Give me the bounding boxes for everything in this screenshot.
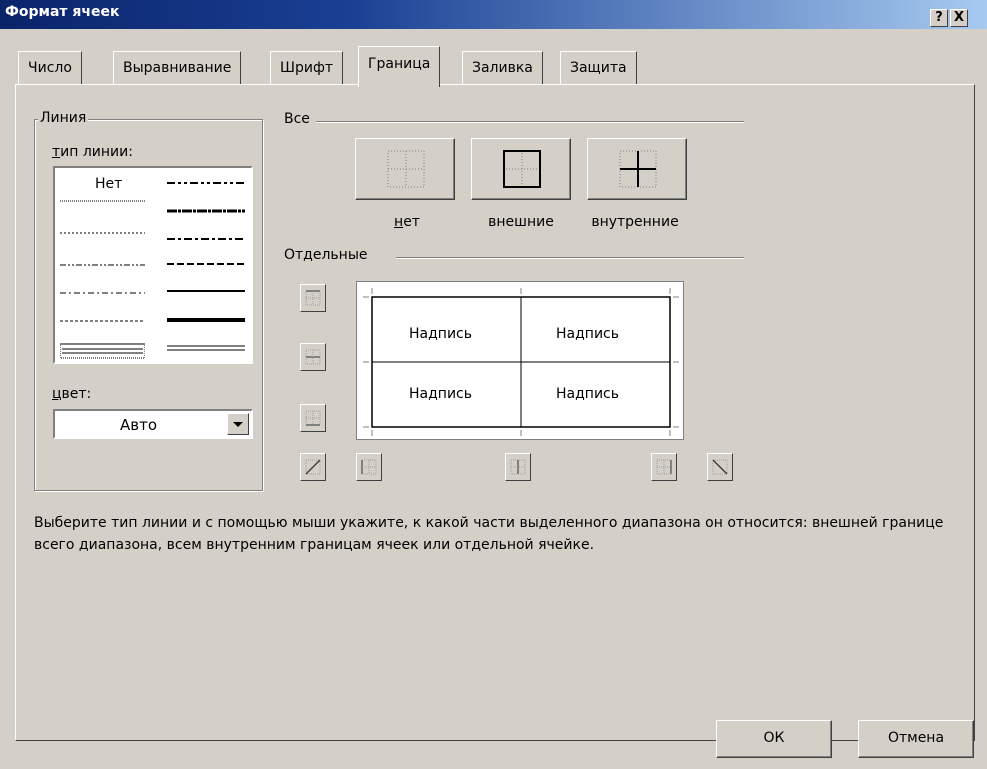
preview-cell-text: Надпись: [556, 386, 619, 402]
line-style-slant-dash-dot[interactable]: [167, 208, 245, 224]
individual-group-separator: [396, 257, 744, 259]
preset-inside-button[interactable]: [587, 138, 687, 200]
line-style-dash-dot[interactable]: [60, 290, 145, 306]
border-left-button[interactable]: [356, 453, 382, 481]
tab-protection[interactable]: Защита: [560, 51, 637, 85]
preset-none-label-text: ет: [403, 214, 420, 230]
preset-outline-button[interactable]: [471, 138, 571, 200]
preview-cell-text: Надпись: [409, 386, 472, 402]
line-type-label: тип линии:: [52, 144, 133, 160]
line-style-medium-dash-dot[interactable]: [167, 236, 245, 252]
line-style-none[interactable]: Нет: [95, 176, 122, 192]
line-style-double[interactable]: [167, 344, 245, 360]
color-label: цвет:: [52, 386, 92, 402]
color-dropdown[interactable]: Авто: [53, 409, 253, 439]
tab-alignment[interactable]: Выравнивание: [113, 51, 242, 85]
preview-grid: [363, 288, 679, 436]
title-bar: Формат ячеек ? X: [0, 0, 987, 29]
border-diagonal-down-button[interactable]: [707, 453, 733, 481]
border-preview[interactable]: Надпись Надпись Надпись Надпись: [356, 281, 684, 440]
border-diagonal-up-button[interactable]: [300, 453, 326, 481]
preset-none-button[interactable]: [355, 138, 455, 200]
preview-cell-text: Надпись: [409, 326, 472, 342]
border-bottom-button[interactable]: [300, 404, 326, 432]
tab-border[interactable]: Граница: [358, 46, 441, 87]
close-button[interactable]: X: [950, 9, 968, 27]
line-style-list[interactable]: Нет: [53, 166, 253, 364]
border-bottom-icon: [305, 410, 321, 426]
border-diagonal-down-icon: [712, 459, 728, 475]
line-type-label-text: ип линии:: [60, 144, 133, 160]
line-style-dash-dot-dot[interactable]: [60, 262, 145, 278]
preset-none-label: нет: [394, 214, 420, 230]
color-dropdown-value: Авто: [120, 416, 158, 434]
hint-text: Выберите тип линии и с помощью мыши укаж…: [34, 515, 944, 553]
border-inside-icon: [619, 150, 657, 188]
preset-inside-label: внутренние: [591, 214, 679, 230]
line-style-medium-dashed[interactable]: [167, 261, 245, 277]
line-style-dashed[interactable]: [60, 318, 145, 334]
border-inside-vertical-icon: [510, 459, 526, 475]
border-diagonal-up-icon: [305, 459, 321, 475]
all-group-separator: [316, 121, 744, 123]
line-style-thick[interactable]: [167, 316, 245, 332]
tab-number[interactable]: Число: [18, 51, 82, 85]
tab-font[interactable]: Шрифт: [270, 51, 344, 85]
border-inside-horizontal-button[interactable]: [300, 343, 326, 371]
line-group-title: Линия: [38, 110, 89, 126]
line-style-hairline[interactable]: [60, 198, 145, 214]
line-style-medium-dash-dot-dot[interactable]: [167, 180, 245, 196]
ok-button[interactable]: ОК: [716, 720, 832, 758]
color-label-text: вет:: [61, 386, 92, 402]
all-group-title: Все: [282, 111, 312, 127]
tab-fill[interactable]: Заливка: [462, 51, 543, 85]
border-right-icon: [656, 459, 672, 475]
help-button[interactable]: ?: [930, 9, 948, 27]
line-style-dotted[interactable]: [60, 230, 145, 246]
preview-cell-text: Надпись: [556, 326, 619, 342]
border-right-button[interactable]: [651, 453, 677, 481]
border-inside-vertical-button[interactable]: [505, 453, 531, 481]
border-left-icon: [361, 459, 377, 475]
border-outline-icon: [503, 150, 541, 188]
window-title: Формат ячеек: [5, 4, 120, 20]
border-top-icon: [305, 290, 321, 306]
border-none-icon: [387, 150, 425, 188]
individual-group-title: Отдельные: [282, 247, 370, 263]
preset-outline-label: внешние: [488, 214, 554, 230]
border-inside-horizontal-icon: [305, 349, 321, 365]
chevron-down-icon[interactable]: [227, 413, 249, 435]
line-style-double-selected[interactable]: [60, 344, 145, 360]
line-style-medium[interactable]: [167, 288, 245, 304]
cancel-button[interactable]: Отмена: [858, 720, 974, 758]
border-top-button[interactable]: [300, 284, 326, 312]
